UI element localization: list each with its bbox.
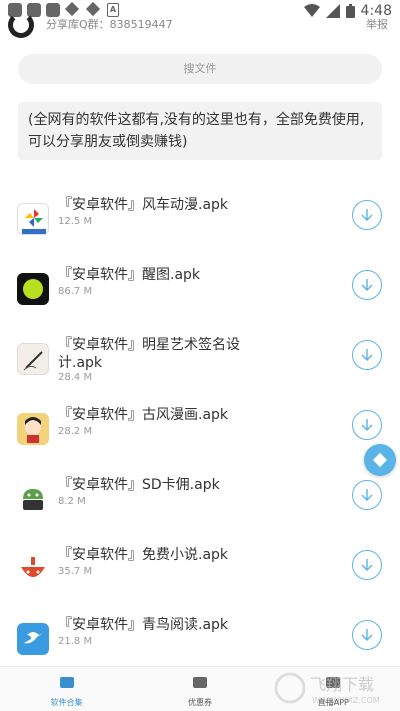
nav-label: 软件合集 [50, 698, 83, 707]
download-button[interactable] [352, 410, 382, 440]
download-button[interactable] [352, 480, 382, 510]
item-title: 『安卓软件』醒图.apk [58, 267, 201, 283]
svg-text:飞翔下载: 飞翔下载 [310, 675, 374, 694]
windmill-icon [17, 203, 49, 235]
android-icon [17, 483, 49, 515]
watermark-logo: 飞翔下载 WWW.FXXZ.COM [274, 668, 394, 708]
download-arrow-icon [361, 559, 373, 571]
list-item[interactable]: 『安卓软件』风车动漫.apk 12.5 M [0, 196, 400, 256]
item-title: 『安卓软件』古风漫画.apk [58, 407, 229, 423]
download-button[interactable] [352, 620, 382, 650]
search-input[interactable]: 搜文件 [18, 54, 382, 84]
item-size: 21.8 M [58, 636, 93, 647]
item-title: 『安卓软件』SD卡佣.apk [58, 477, 220, 493]
download-arrow-icon [361, 349, 373, 361]
svg-text:WWW.FXXZ.COM: WWW.FXXZ.COM [312, 696, 380, 705]
diamond-icon [372, 452, 388, 468]
download-arrow-icon [361, 419, 373, 431]
bird-icon [17, 623, 49, 655]
header: 分享库Q群：838519447 举报 [0, 10, 400, 40]
download-button[interactable] [352, 200, 382, 230]
group-info: 分享库Q群：838519447 [46, 18, 173, 31]
item-size: 8.2 M [58, 496, 86, 507]
item-size: 86.7 M [58, 286, 93, 297]
item-size: 35.7 M [58, 566, 93, 577]
download-arrow-icon [361, 279, 373, 291]
download-button[interactable] [352, 340, 382, 370]
notice-text: (全网有的软件这都有,没有的这里也有，全部免费使用,可以分享朋友或倒卖赚钱) [18, 102, 382, 160]
download-arrow-icon [361, 629, 373, 641]
list-item[interactable]: 『安卓软件』SD卡佣.apk 8.2 M [0, 476, 400, 536]
download-button[interactable] [352, 550, 382, 580]
image-icon [59, 677, 74, 688]
download-button[interactable] [352, 270, 382, 300]
list-item[interactable]: 『安卓软件』古风漫画.apk 28.2 M [0, 406, 400, 466]
xingtu-icon [17, 273, 49, 305]
app-logo-icon [8, 12, 34, 38]
signature-icon [17, 343, 49, 375]
nav-item-coupons[interactable]: 优惠券 [133, 667, 266, 711]
comic-icon [17, 413, 49, 445]
floating-action-button[interactable] [364, 444, 396, 476]
nav-item-software[interactable]: 软件合集 [0, 667, 133, 711]
nav-label: 优惠券 [187, 698, 212, 707]
item-size: 12.5 M [58, 216, 93, 227]
image-icon [192, 677, 207, 688]
item-size: 28.2 M [58, 426, 93, 437]
report-link[interactable]: 举报 [366, 16, 388, 32]
item-size: 28.4 M [58, 372, 93, 383]
item-title: 『安卓软件』青鸟阅读.apk [58, 617, 229, 633]
novel-icon [17, 553, 49, 585]
list-item[interactable]: 『安卓软件』明星艺术签名设计.apk 28.4 M [0, 336, 400, 396]
item-title: 『安卓软件』免费小说.apk [58, 547, 229, 563]
list-item[interactable]: 『安卓软件』醒图.apk 86.7 M [0, 266, 400, 326]
item-title: 『安卓软件』明星艺术签名设计.apk [58, 337, 240, 371]
list-item[interactable]: 『安卓软件』免费小说.apk 35.7 M [0, 546, 400, 606]
download-arrow-icon [361, 489, 373, 501]
item-title: 『安卓软件』风车动漫.apk [58, 197, 229, 213]
download-arrow-icon [361, 209, 373, 221]
